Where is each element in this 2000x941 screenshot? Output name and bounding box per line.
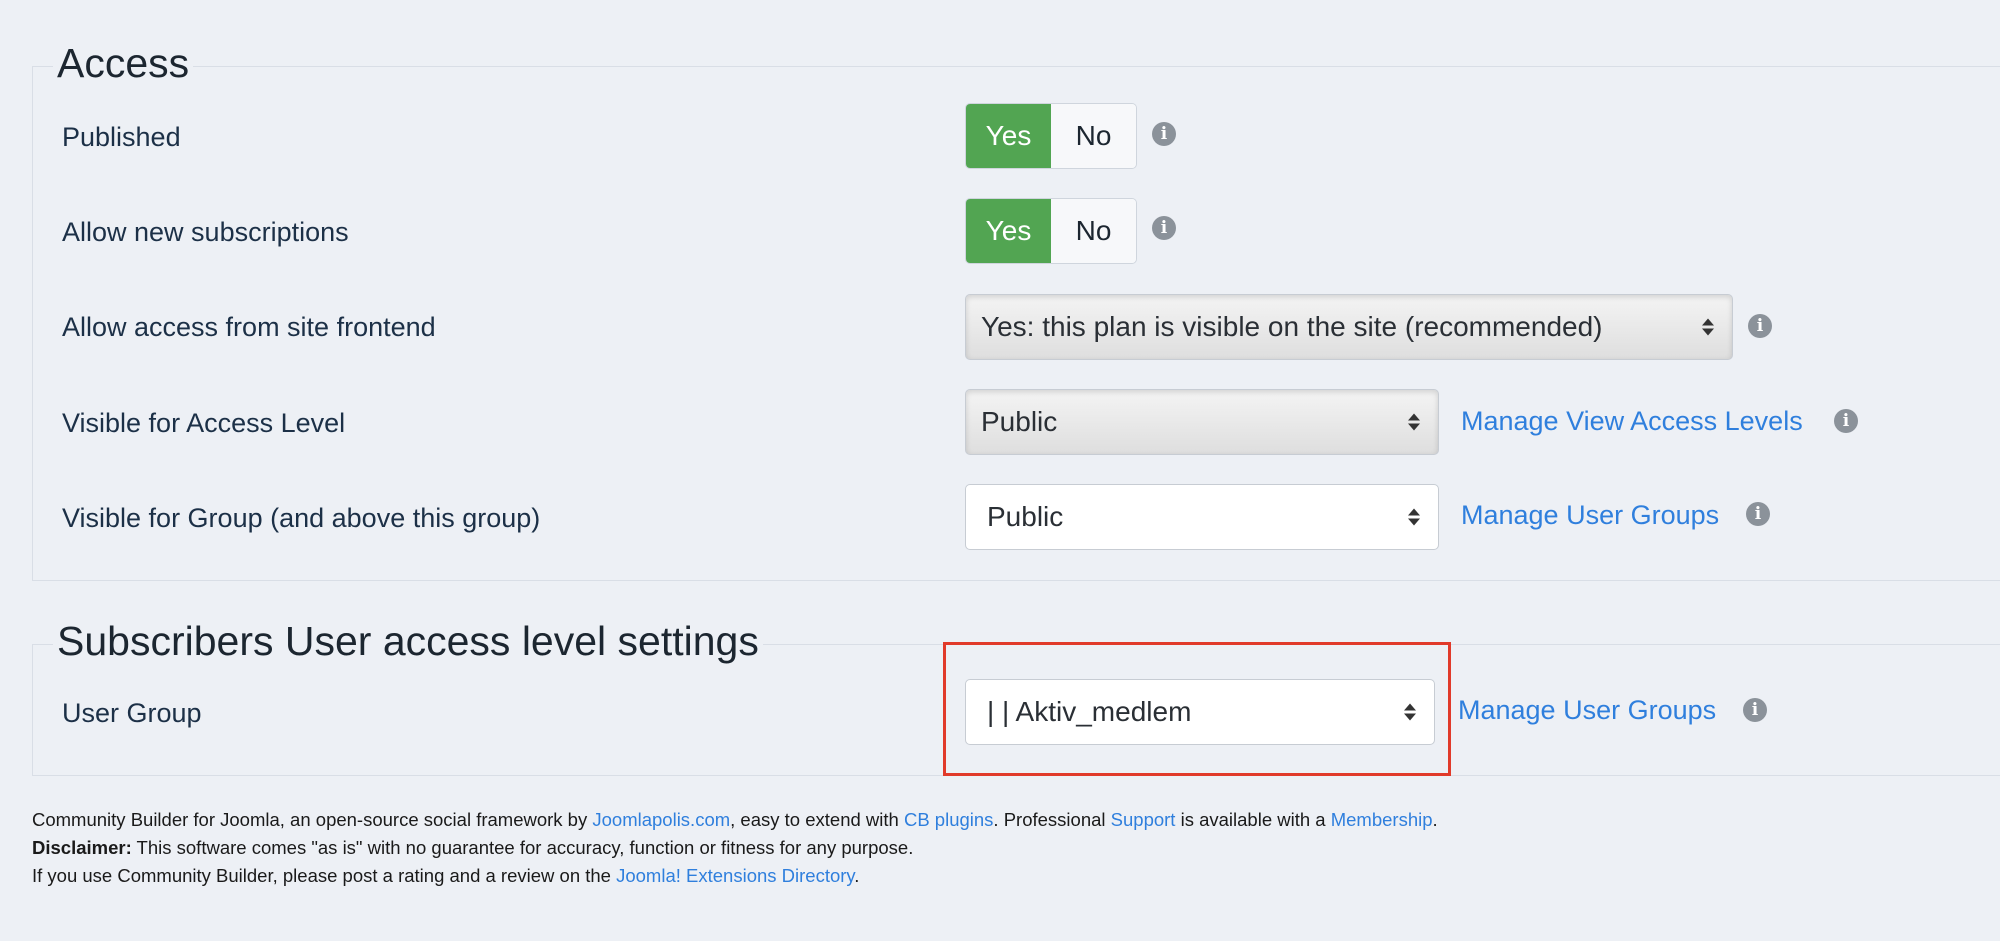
visible-group-select[interactable]: Public [965, 484, 1439, 550]
footer-text: , easy to extend with [730, 809, 904, 830]
allow-access-frontend-value: Yes: this plan is visible on the site (r… [981, 311, 1603, 342]
footer-text: If you use Community Builder, please pos… [32, 865, 617, 886]
info-icon[interactable]: i [1743, 698, 1767, 722]
footer-line-credits: Community Builder for Joomla, an open-so… [32, 806, 1438, 834]
published-no-button[interactable]: No [1051, 104, 1136, 168]
allow-access-frontend-label: Allow access from site frontend [62, 312, 436, 342]
footer-text: Community Builder for Joomla, an open-so… [32, 809, 593, 830]
info-icon[interactable]: i [1748, 314, 1772, 338]
access-legend: Access [53, 43, 194, 84]
visible-group-value: Public [987, 501, 1064, 532]
visible-group-label: Visible for Group (and above this group) [62, 503, 541, 533]
select-arrows-icon [1408, 508, 1420, 526]
disclaimer-text: This software comes "as is" with no guar… [131, 837, 914, 858]
info-icon[interactable]: i [1152, 216, 1176, 240]
allow-new-subscriptions-toggle: Yes No [965, 198, 1137, 264]
membership-link[interactable]: Membership [1331, 809, 1433, 830]
published-toggle: Yes No [965, 103, 1137, 169]
allow-new-subscriptions-label: Allow new subscriptions [62, 217, 349, 247]
footer: Community Builder for Joomla, an open-so… [32, 806, 1438, 890]
visible-access-level-value: Public [981, 406, 1058, 437]
allow-new-subscriptions-yes-button[interactable]: Yes [966, 199, 1051, 263]
published-yes-button[interactable]: Yes [966, 104, 1051, 168]
footer-text: . [854, 865, 860, 886]
joomlapolis-link[interactable]: Joomlapolis.com [592, 809, 730, 830]
info-icon[interactable]: i [1152, 122, 1176, 146]
highlight-box [943, 642, 1451, 776]
visible-access-level-select[interactable]: Public [965, 389, 1439, 455]
published-label: Published [62, 122, 181, 152]
manage-user-groups-link[interactable]: Manage User Groups [1461, 502, 1719, 529]
footer-text: . Professional [993, 809, 1111, 830]
manage-user-groups-link[interactable]: Manage User Groups [1458, 697, 1716, 724]
visible-access-level-label: Visible for Access Level [62, 408, 346, 438]
subscribers-legend: Subscribers User access level settings [53, 621, 763, 662]
jed-link[interactable]: Joomla! Extensions Directory [616, 865, 854, 886]
footer-line-disclaimer: Disclaimer: This software comes "as is" … [32, 834, 1438, 862]
allow-access-frontend-select[interactable]: Yes: this plan is visible on the site (r… [965, 294, 1733, 360]
select-arrows-icon [1408, 413, 1420, 431]
select-arrows-icon [1702, 318, 1714, 336]
support-link[interactable]: Support [1111, 809, 1176, 830]
disclaimer-label: Disclaimer: [32, 837, 132, 858]
allow-new-subscriptions-no-button[interactable]: No [1051, 199, 1136, 263]
user-group-label: User Group [62, 698, 202, 728]
footer-text: is available with a [1175, 809, 1331, 830]
footer-text: . [1432, 809, 1438, 830]
info-icon[interactable]: i [1746, 502, 1770, 526]
footer-line-review: If you use Community Builder, please pos… [32, 862, 1438, 890]
cb-plugins-link[interactable]: CB plugins [904, 809, 993, 830]
info-icon[interactable]: i [1834, 409, 1858, 433]
manage-view-access-levels-link[interactable]: Manage View Access Levels [1461, 408, 1803, 435]
